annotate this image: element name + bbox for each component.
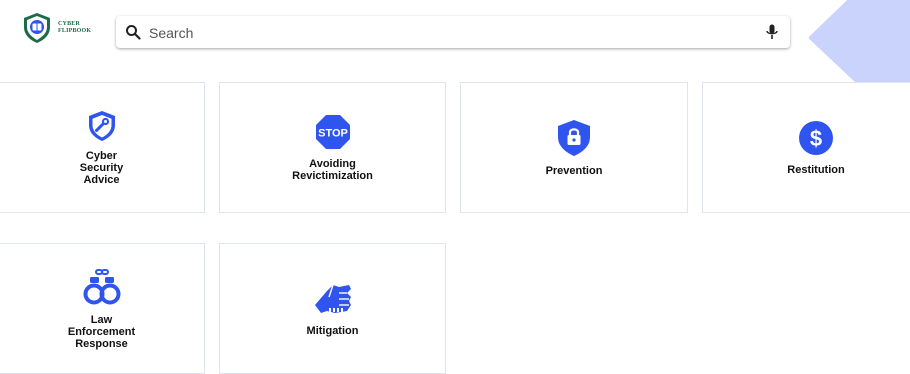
- dollar-circle-icon: $: [799, 120, 833, 155]
- fist-bump-icon: [314, 284, 351, 313]
- search-bar[interactable]: [116, 16, 790, 48]
- category-label: Avoiding Revictimization: [292, 157, 373, 182]
- category-label: Prevention: [545, 164, 603, 177]
- category-label: Law Enforcement Response: [67, 313, 136, 350]
- handcuffs-icon: [83, 268, 120, 304]
- stop-sign-text: STOP: [318, 127, 348, 139]
- category-card-restitution[interactable]: $ Restitution: [702, 82, 910, 213]
- category-label: Restitution: [787, 163, 845, 176]
- flipbook-shield-icon: [24, 13, 50, 43]
- category-card-law-enforcement-response[interactable]: Law Enforcement Response: [0, 243, 205, 374]
- category-card-avoiding-revictimization[interactable]: STOP Avoiding Revictimization: [219, 82, 446, 213]
- stop-sign-icon: STOP: [315, 114, 350, 149]
- dollar-sign-text: $: [810, 126, 822, 151]
- category-label: Cyber Security Advice: [79, 149, 124, 186]
- category-card-mitigation[interactable]: Mitigation: [219, 243, 446, 374]
- brand-line-2: FLIPBOOK: [58, 28, 92, 34]
- app-logo[interactable]: CYBER FLIPBOOK: [22, 12, 91, 44]
- category-card-cyber-security-advice[interactable]: Cyber Security Advice: [0, 82, 205, 213]
- microphone-icon[interactable]: [766, 24, 778, 40]
- shield-lock-icon: [558, 119, 590, 156]
- search-input[interactable]: [147, 22, 751, 44]
- category-label: Mitigation: [306, 324, 359, 337]
- brand-line-1: CYBER: [58, 21, 81, 27]
- decorative-blob: [808, 0, 910, 84]
- shield-tools-icon: [88, 110, 115, 141]
- search-icon[interactable]: [125, 24, 141, 40]
- brand-name: CYBER FLIPBOOK: [58, 21, 91, 35]
- category-card-prevention[interactable]: Prevention: [460, 82, 688, 213]
